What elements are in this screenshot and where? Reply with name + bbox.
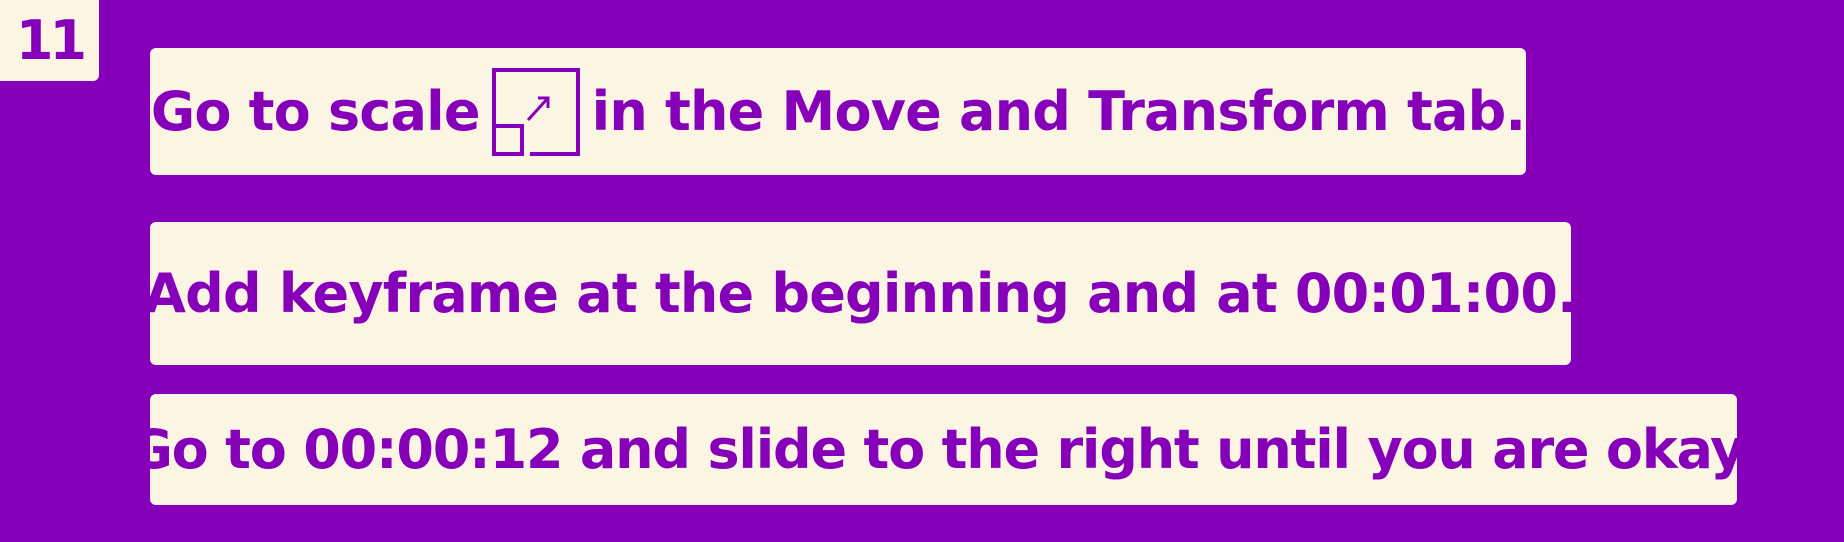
instruction-card-2: Add keyframe at the beginning and at 00:… [144, 222, 1578, 365]
instruction-card-1: Go to scale in the Move and Transform ta… [150, 48, 1526, 175]
instruction-card-3: Go to 00:00:12 and slide to the right un… [129, 394, 1760, 505]
instruction-1-text-after: in the Move and Transform tab. [591, 80, 1526, 143]
step-number-badge: 11 [0, 0, 99, 81]
instruction-3-text: Go to 00:00:12 and slide to the right un… [128, 418, 1760, 481]
step-number: 11 [15, 9, 87, 72]
instruction-2-text: Add keyframe at the beginning and at 00:… [144, 262, 1577, 325]
scale-icon [491, 67, 580, 156]
instruction-1-text-before: Go to scale [150, 80, 481, 143]
